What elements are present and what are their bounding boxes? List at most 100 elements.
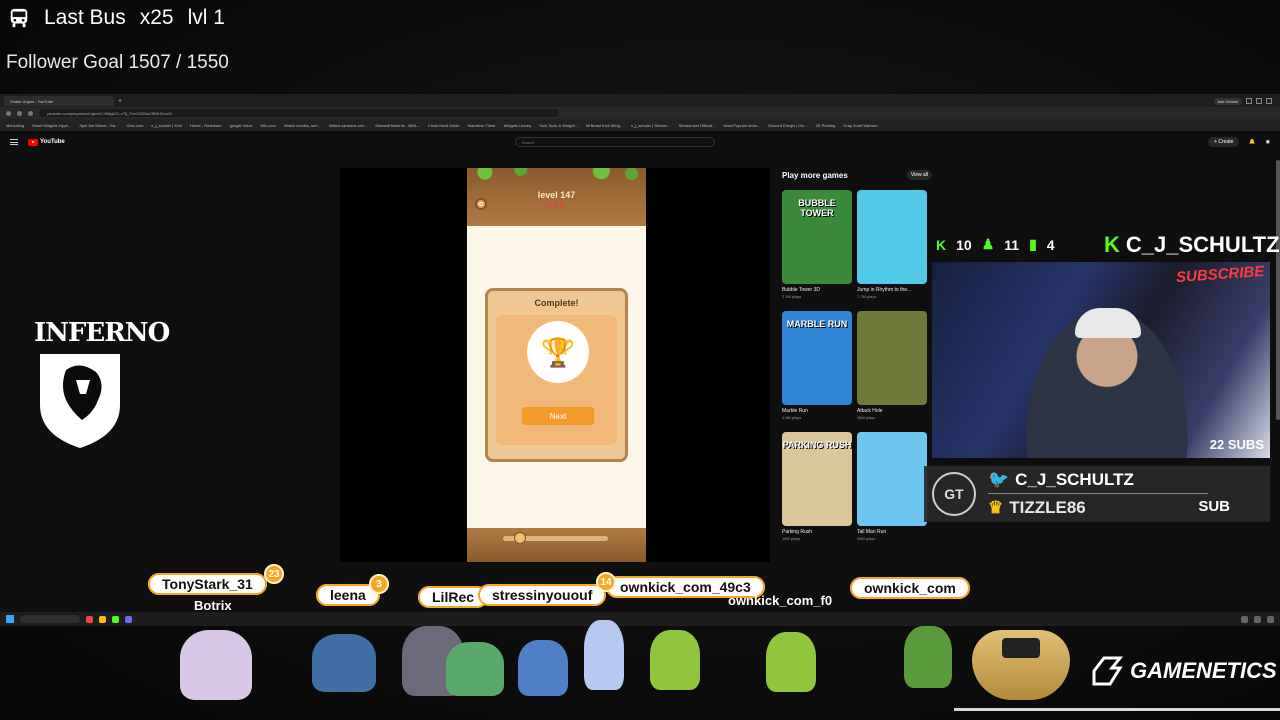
create-button[interactable]: + Create	[1208, 137, 1240, 147]
chat-user: ownkick_com	[864, 580, 956, 596]
bookmark-item[interactable]: Heart Widgets Hype...	[32, 123, 71, 128]
game-card[interactable]: Jump in Rhythm to the... 7.2M plays	[857, 190, 927, 306]
game-card-title[interactable]: Bubble Tower 3D	[782, 287, 852, 293]
minimize-icon[interactable]	[1246, 97, 1252, 104]
game-card-title[interactable]: Tall Man Run	[857, 529, 927, 535]
chat-bubbles: TonyStark_31 23 leena 3 LilRec stressiny…	[0, 560, 1280, 620]
bookmark-item[interactable]: Kick Tools & Widget...	[539, 123, 578, 128]
game-card-title[interactable]: Attack Hole	[857, 408, 927, 414]
thumbnail-title: BUBBLE TOWER	[798, 198, 836, 218]
kick-icon: K	[936, 236, 947, 253]
bulbasaur-sprite	[446, 642, 504, 696]
bookmark-item[interactable]: Wix.com	[261, 123, 276, 128]
multiplier: x25	[139, 6, 174, 29]
bookmark-item[interactable]: c_j_schultz | Stream...	[631, 123, 670, 128]
zoom-slider[interactable]	[503, 532, 608, 544]
bookmark-item[interactable]: Watch cartoons onli...	[329, 123, 367, 128]
slider-knob[interactable]	[513, 532, 526, 544]
game-canvas[interactable]: level 147 ♥♥♥ ✿ Complete! 🏆 Next	[467, 168, 646, 562]
chat-level-badge: 3	[369, 574, 389, 594]
notifications-icon[interactable]: 🔔	[1249, 139, 1255, 145]
game-thumbnail[interactable]	[857, 190, 927, 284]
lives-hearts: ♥♥♥	[546, 200, 567, 210]
bookmark-item[interactable]: Mchosting	[6, 123, 24, 128]
bookmark-item[interactable]: google Voice	[230, 123, 253, 128]
gamepad-touchpad	[1002, 638, 1040, 658]
chat-user-tag: ownkick_com_f0	[728, 593, 833, 608]
latest-sub-name: TIZZLE86	[1009, 498, 1086, 517]
bookmark-item[interactable]: Home - Restream	[190, 123, 222, 128]
view-all-button[interactable]: View all	[906, 170, 932, 180]
avatar[interactable]: ◉	[1266, 139, 1270, 145]
new-tab-button[interactable]: +	[118, 98, 122, 105]
chat-bubble: TonyStark_31	[148, 573, 267, 595]
stream-canvas: Last Bus x25 lvl 1 Follower Goal 1507 / …	[0, 0, 1280, 720]
next-button[interactable]: Next	[522, 407, 594, 425]
leaves-decoration	[467, 168, 646, 182]
game-card[interactable]: Tall Man Run 26M plays	[857, 432, 927, 548]
brand-name: GAMENETICS	[1130, 658, 1277, 683]
channel-logo: GT	[932, 472, 976, 516]
followers-count: 11	[1004, 236, 1020, 253]
page-scrollbar[interactable]	[1276, 160, 1280, 420]
last-bus-ticker: Last Bus x25 lvl 1	[8, 6, 225, 30]
forward-icon[interactable]	[17, 110, 22, 116]
game-card-title[interactable]: Parking Rush	[782, 529, 852, 535]
followers-icon: ♟	[981, 236, 995, 252]
bookmark-item[interactable]: Discord Emojis | Dis...	[768, 123, 807, 128]
bookmark-item[interactable]: Streamnext Official...	[678, 123, 715, 128]
more-games-panel: Play more games View all BUBBLE TOWER Bub…	[782, 168, 932, 588]
ask-gemini-button[interactable]: Ask Gemini	[1213, 97, 1242, 105]
twitter-icon: 🐦	[988, 470, 1010, 489]
maximize-icon[interactable]	[1256, 97, 1262, 104]
bookmark-item[interactable]: Most Popular Anim...	[724, 123, 761, 128]
chat-user-tag: Botrix	[194, 598, 232, 613]
game-card-plays: 4.3M plays	[782, 415, 802, 420]
url-field[interactable]: youtube.com/playables/UgkxhCXBllgb21-nTf…	[39, 109, 559, 117]
game-thumbnail[interactable]	[857, 432, 927, 526]
bookmark-item[interactable]: Gray Zone Warfare...	[843, 123, 880, 128]
youtube-brand: YouTube	[40, 139, 65, 145]
youtube-search-input[interactable]: Search	[514, 137, 715, 147]
address-bar: youtube.com/playables/UgkxhCXBllgb21-nTf…	[0, 107, 1280, 119]
chat-user: LilRec	[432, 589, 475, 605]
gamenetics-mark-icon	[1092, 656, 1124, 686]
game-card-plays: 18M plays	[857, 415, 876, 420]
bookmark-item[interactable]: 3D Printing	[815, 123, 835, 128]
settings-gear-icon[interactable]: ✿	[475, 198, 487, 210]
gamenetics-logo: GAMENETICS	[1090, 656, 1277, 686]
game-thumbnail[interactable]: MARBLE RUN	[782, 311, 852, 405]
bookmark-item[interactable]: Spin the Wheel - Ra...	[79, 123, 118, 128]
game-card-title[interactable]: Jump in Rhythm to the...	[857, 287, 927, 293]
game-card[interactable]: BUBBLE TOWER Bubble Tower 3D 2.1M plays	[782, 190, 852, 306]
menu-icon[interactable]	[10, 139, 18, 145]
more-games-title: Play more games	[782, 170, 848, 180]
webcam-feed: SUBSCRIBE 22 SUBS	[932, 262, 1270, 458]
game-card-title[interactable]: Marble Run	[782, 408, 852, 414]
thumbnail-title: PARKING RUSH	[782, 440, 852, 450]
reload-icon[interactable]	[28, 110, 33, 116]
chat-user: leena	[330, 587, 366, 603]
game-thumbnail[interactable]: PARKING RUSH	[782, 432, 852, 526]
gible-sprite	[312, 634, 376, 692]
bookmark-item[interactable]: Club.com	[127, 123, 144, 128]
bookmark-item[interactable]: Cricut Heat Guide	[428, 123, 460, 128]
game-card[interactable]: MARBLE RUN Marble Run 4.3M plays	[782, 311, 852, 427]
latest-events-card: GT 🐦 C_J_SCHULTZ ♛ TIZZLE86 SUB	[924, 466, 1270, 522]
bookmark-item[interactable]: Widgets Library	[504, 123, 532, 128]
bookmark-item[interactable]: MrBeast Kick Widg...	[586, 123, 623, 128]
game-thumbnail[interactable]	[857, 311, 927, 405]
back-icon[interactable]	[6, 110, 11, 116]
game-thumbnail[interactable]: BUBBLE TOWER	[782, 190, 852, 284]
bookmark-item[interactable]: c_j_schultz | Kick	[151, 123, 182, 128]
game-card[interactable]: PARKING RUSH Parking Rush 18M plays	[782, 432, 852, 548]
youtube-logo[interactable]: YouTube	[28, 138, 65, 146]
bookmark-item[interactable]: StreamElements - NBA...	[375, 123, 420, 128]
channel-name: C_J_SCHULTZ	[1125, 232, 1280, 257]
close-icon[interactable]	[1266, 97, 1272, 104]
game-card[interactable]: Attack Hole 18M plays	[857, 311, 927, 427]
youtube-play-icon	[28, 138, 38, 146]
bookmark-item[interactable]: Watch movies, seri...	[284, 123, 321, 128]
bookmark-item[interactable]: Marathon Timer	[468, 123, 496, 128]
tab-active[interactable]: Snake Unjam - YouTube	[4, 96, 114, 106]
